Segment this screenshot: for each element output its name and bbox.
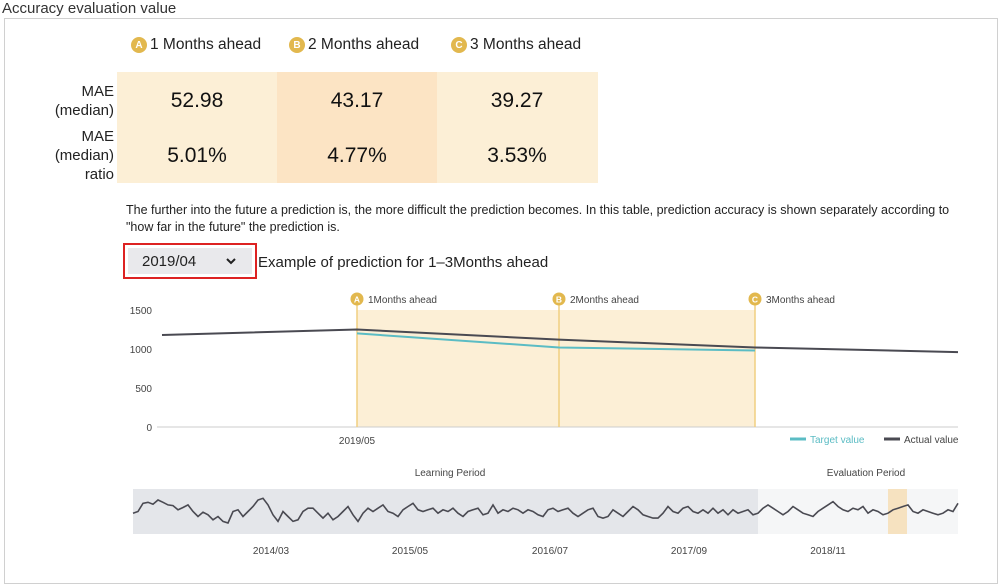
month-dropdown-highlight: 2019/04 — [123, 243, 257, 279]
chevron-down-icon — [226, 258, 236, 265]
mae-ratio-value-b: 4.77% — [327, 144, 387, 167]
learning-period-label: Learning Period — [415, 468, 486, 479]
month-select[interactable]: 2019/04 — [128, 248, 252, 274]
description-text: The further into the future a prediction… — [126, 203, 950, 234]
overview-x-tick-label: 2015/05 — [392, 546, 429, 557]
metric-label-mae: MAE (median) — [54, 83, 114, 119]
horizon-marker-label: 1Months ahead — [368, 295, 437, 306]
overview-x-tick-label: 2014/03 — [253, 546, 290, 557]
horizon-marker-letter: B — [556, 295, 562, 305]
horizon-marker-letter: A — [354, 295, 360, 305]
prediction-chart: 0 500 1000 1500 2019/05 A 1Months ahead B 2Mont… — [130, 292, 959, 447]
mae-value-b: 43.17 — [330, 89, 384, 112]
forecast-window — [357, 310, 755, 427]
horizon-label: 1 Months ahead — [150, 36, 262, 53]
example-label: Example of prediction for 1–3Months ahea… — [258, 254, 549, 271]
y-tick-label: 1500 — [130, 306, 153, 317]
legend-actual-label: Actual value — [904, 435, 959, 446]
horizon-header-a: A 1 Months ahead — [131, 36, 261, 54]
section-title: Accuracy evaluation value — [2, 0, 177, 17]
horizon-label: 3 Months ahead — [470, 36, 582, 53]
badge-a-icon: A — [131, 37, 147, 53]
y-tick-label: 1000 — [130, 345, 153, 356]
y-tick-label: 500 — [135, 384, 152, 395]
evaluation-period-label: Evaluation Period — [827, 468, 905, 479]
legend-target-label: Target value — [810, 435, 865, 446]
horizon-marker-label: 3Months ahead — [766, 295, 835, 306]
overview-x-tick-label: 2016/07 — [532, 546, 569, 557]
badge-c-icon: C — [451, 37, 467, 53]
x-tick-label: 2019/05 — [339, 436, 376, 447]
mae-value-a: 52.98 — [170, 89, 224, 112]
overview-chart: Learning Period Evaluation Period 2014/03 2… — [132, 468, 959, 557]
horizon-header-c: C 3 Months ahead — [451, 36, 581, 54]
mae-value-c: 39.27 — [490, 89, 544, 112]
mae-ratio-value-a: 5.01% — [167, 144, 227, 167]
horizon-label: 2 Months ahead — [308, 36, 420, 53]
badge-b-icon: B — [289, 37, 305, 53]
metric-label-mae-ratio: MAE (median) ratio — [54, 128, 114, 183]
month-select-value: 2019/04 — [142, 252, 197, 270]
horizon-header-b: B 2 Months ahead — [289, 36, 419, 54]
y-tick-label: 0 — [146, 423, 152, 434]
overview-x-tick-label: 2018/11 — [810, 546, 846, 557]
horizon-marker-letter: C — [752, 295, 758, 305]
overview-x-tick-label: 2017/09 — [671, 546, 708, 557]
mae-ratio-value-c: 3.53% — [487, 144, 547, 167]
horizon-marker-label: 2Months ahead — [570, 295, 639, 306]
